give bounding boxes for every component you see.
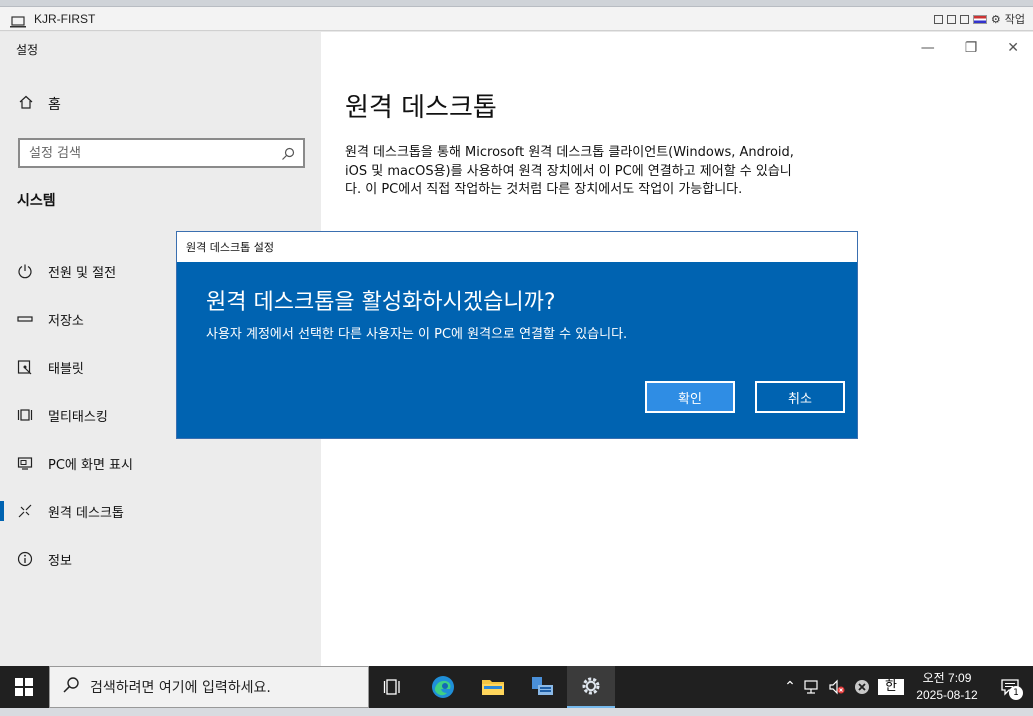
multitasking-icon	[16, 406, 34, 424]
app-label: 설정	[16, 43, 39, 57]
remote-desktop-icon	[16, 502, 34, 520]
tablet-icon	[16, 358, 34, 376]
chevron-up-icon[interactable]: ⌃	[779, 679, 801, 695]
windows-icon	[15, 678, 33, 696]
ime-indicator[interactable]: 한	[878, 679, 904, 695]
action-label[interactable]: 작업	[1005, 11, 1025, 27]
host-window-title: KJR-FIRST	[34, 11, 96, 26]
clock-date: 2025-08-12	[916, 688, 978, 702]
dialog-titlebar: 원격 데스크톱 설정	[177, 232, 857, 262]
status-error-icon[interactable]	[849, 679, 875, 695]
search-icon[interactable]	[281, 146, 295, 165]
taskbar-clock[interactable]: 오전 7:09 2025-08-12	[907, 670, 987, 704]
layout-icon[interactable]	[946, 14, 956, 24]
taskbar-search[interactable]: 검색하려면 여기에 입력하세요.	[49, 666, 369, 708]
remote-desktop-dialog: 원격 데스크톱 설정 원격 데스크톱을 활성화하시겠습니까? 사용자 계정에서 …	[176, 231, 858, 439]
restore-button[interactable]: ❐	[965, 40, 978, 56]
layout-icon[interactable]	[933, 14, 943, 24]
start-button[interactable]	[0, 666, 48, 708]
network-icon[interactable]	[801, 679, 825, 695]
window-controls: — ❐ ✕	[921, 40, 1019, 56]
taskbar-search-placeholder: 검색하려면 여기에 입력하세요.	[90, 680, 271, 696]
computer-icon	[10, 13, 26, 27]
home-label: 홈	[48, 97, 61, 113]
search-icon	[62, 676, 80, 698]
host-bottom-strip	[0, 708, 1033, 716]
layout-icon[interactable]	[959, 14, 969, 24]
sidebar-item-about[interactable]: 정보	[0, 539, 321, 579]
sidebar-item-label: 정보	[48, 553, 72, 569]
volume-muted-icon[interactable]	[825, 679, 849, 695]
notification-count-badge: 1	[1009, 686, 1023, 700]
task-view-icon	[383, 679, 400, 695]
sidebar-item-label: 멀티태스킹	[48, 409, 108, 425]
gear-icon	[582, 677, 600, 695]
cancel-button[interactable]: 취소	[755, 381, 845, 413]
folder-icon	[482, 680, 504, 695]
file-explorer-button[interactable]	[470, 666, 516, 708]
taskbar: 검색하려면 여기에 입력하세요. ⌃ 한 오전 7:09 2025-08-12	[0, 666, 1033, 708]
server-manager-button[interactable]	[519, 666, 565, 708]
edge-button[interactable]	[420, 666, 466, 708]
host-controls: ⚙ 작업	[933, 11, 1025, 27]
power-icon	[16, 262, 34, 280]
system-tray: ⌃ 한 오전 7:09 2025-08-12 1	[779, 666, 1033, 708]
edge-icon	[432, 676, 454, 698]
server-manager-icon	[532, 677, 553, 695]
sidebar-item-project[interactable]: PC에 화면 표시	[0, 443, 321, 483]
confirm-button[interactable]: 확인	[645, 381, 735, 413]
flag-icon[interactable]	[972, 14, 987, 24]
host-titlebar: KJR-FIRST ⚙ 작업	[0, 7, 1033, 31]
dialog-message: 사용자 계정에서 선택한 다른 사용자는 이 PC에 원격으로 연결할 수 있습…	[206, 327, 628, 342]
page-description: 원격 데스크톱을 통해 Microsoft 원격 데스크톱 클라이언트(Wind…	[345, 145, 794, 197]
notification-button[interactable]: 1	[987, 678, 1033, 700]
project-icon	[16, 454, 34, 472]
minimize-button[interactable]: —	[921, 40, 935, 56]
sidebar-item-remote-desktop[interactable]: 원격 데스크톱	[0, 491, 321, 531]
sidebar-item-label: 전원 및 절전	[48, 265, 117, 281]
nav-home[interactable]: 홈	[18, 94, 61, 114]
task-view-button[interactable]	[370, 666, 416, 708]
close-button[interactable]: ✕	[1007, 40, 1019, 56]
home-icon	[18, 94, 34, 114]
settings-search-input[interactable]	[20, 140, 270, 166]
settings-taskbar-button[interactable]	[567, 666, 615, 708]
info-icon	[16, 550, 34, 568]
section-title: 시스템	[17, 193, 56, 209]
sidebar-item-label: 태블릿	[48, 361, 84, 377]
storage-icon	[16, 310, 34, 328]
dialog-heading: 원격 데스크톱을 활성화하시겠습니까?	[206, 290, 556, 315]
sidebar-item-label: 원격 데스크톱	[48, 505, 124, 521]
clock-time: 오전 7:09	[922, 671, 972, 685]
page-title: 원격 데스크톱	[345, 93, 497, 123]
sidebar-item-label: PC에 화면 표시	[48, 457, 133, 473]
sidebar-item-label: 저장소	[48, 313, 84, 329]
gear-icon[interactable]: ⚙	[991, 13, 1001, 26]
host-top-strip	[0, 0, 1033, 7]
settings-search[interactable]	[18, 138, 305, 168]
